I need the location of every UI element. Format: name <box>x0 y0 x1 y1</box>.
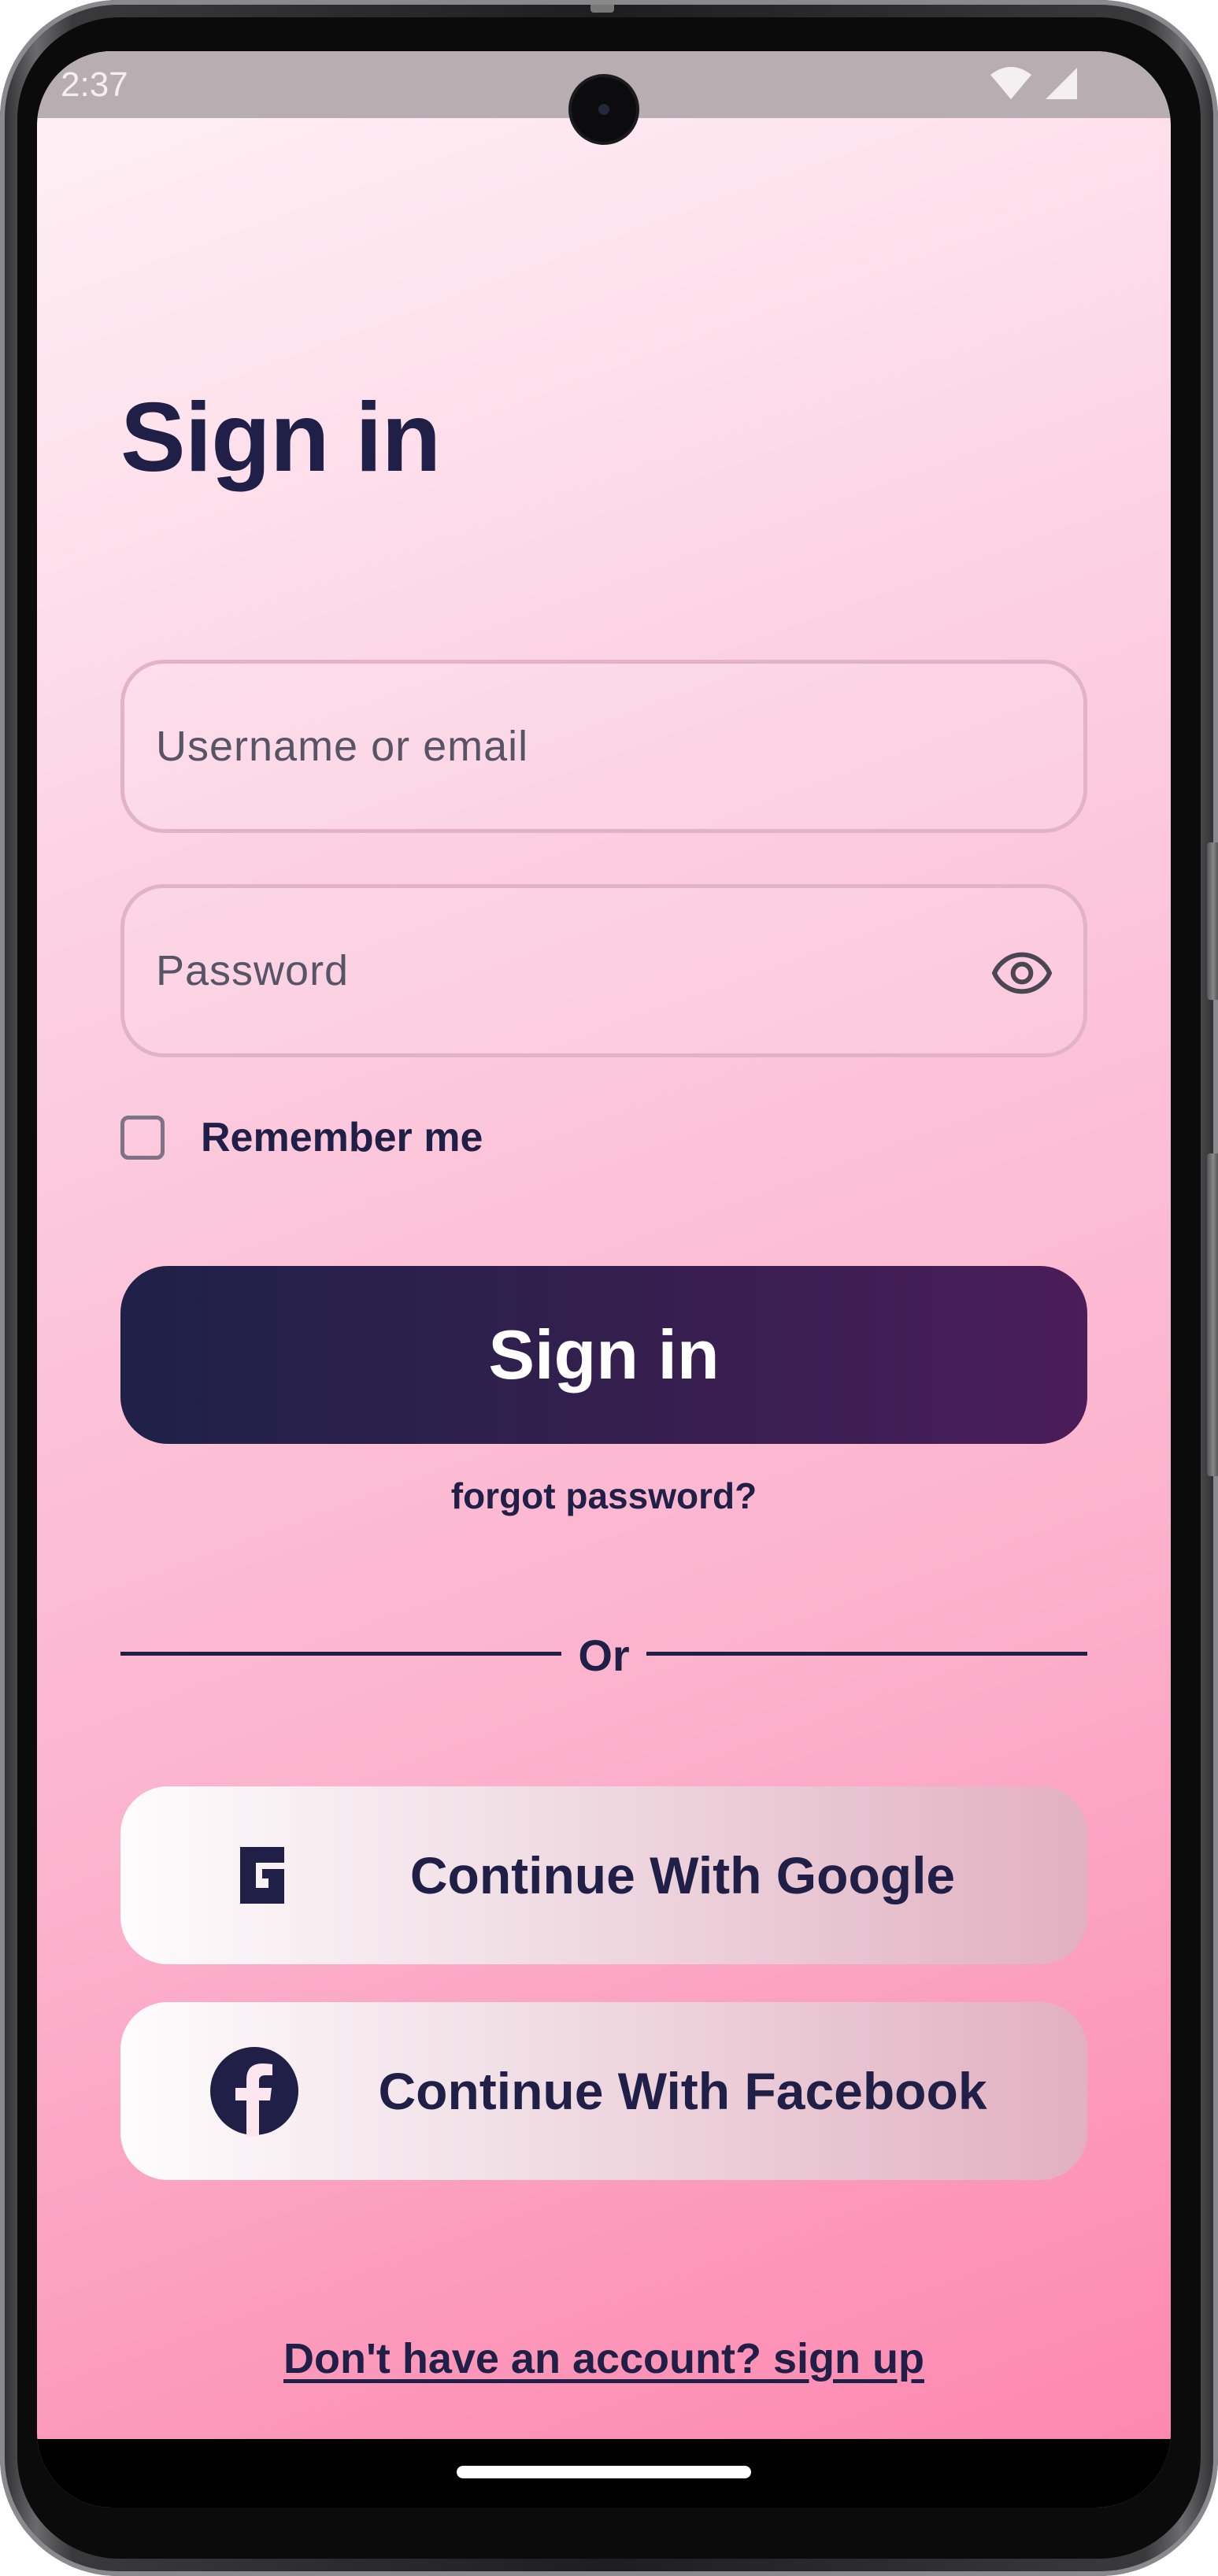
eye-icon <box>991 952 1053 994</box>
facebook-icon <box>210 2047 298 2137</box>
sign-up-link[interactable]: Don't have an account? sign up <box>37 2334 1171 2383</box>
username-field[interactable] <box>120 660 1087 833</box>
front-camera <box>572 77 636 142</box>
cell-signal-icon <box>1046 68 1077 99</box>
home-indicator[interactable] <box>457 2466 751 2478</box>
sign-in-button[interactable]: Sign in <box>120 1266 1087 1444</box>
password-input[interactable] <box>154 888 942 1053</box>
continue-with-facebook-button[interactable]: Continue With Facebook <box>120 2002 1087 2180</box>
device-top-slot <box>590 5 614 13</box>
forgot-password-link[interactable]: forgot password? <box>37 1475 1171 1517</box>
username-input[interactable] <box>154 664 942 829</box>
status-time: 2:37 <box>61 65 128 104</box>
remember-me-row[interactable]: Remember me <box>120 1114 483 1161</box>
power-button <box>1207 842 1218 1000</box>
device-frame: 2:37 Sign in Username or email Remember … <box>0 0 1218 2576</box>
screen: 2:37 Sign in Username or email Remember … <box>37 51 1171 2508</box>
facebook-button-label: Continue With Facebook <box>378 2062 987 2120</box>
status-icons <box>990 67 1078 100</box>
remember-me-label[interactable]: Remember me <box>201 1114 483 1161</box>
volume-button <box>1207 1153 1218 1476</box>
password-field[interactable] <box>120 884 1087 1057</box>
password-visibility-toggle[interactable] <box>990 942 1053 1005</box>
remember-me-checkbox[interactable] <box>120 1116 165 1160</box>
divider-line-right <box>646 1652 1087 1656</box>
google-icon <box>240 1847 284 1904</box>
continue-with-google-button[interactable]: Continue With Google <box>120 1786 1087 1964</box>
page-title: Sign in <box>120 383 441 492</box>
or-divider: Or <box>120 1622 1087 1685</box>
wifi-icon <box>990 67 1031 99</box>
google-button-label: Continue With Google <box>409 1846 956 1904</box>
